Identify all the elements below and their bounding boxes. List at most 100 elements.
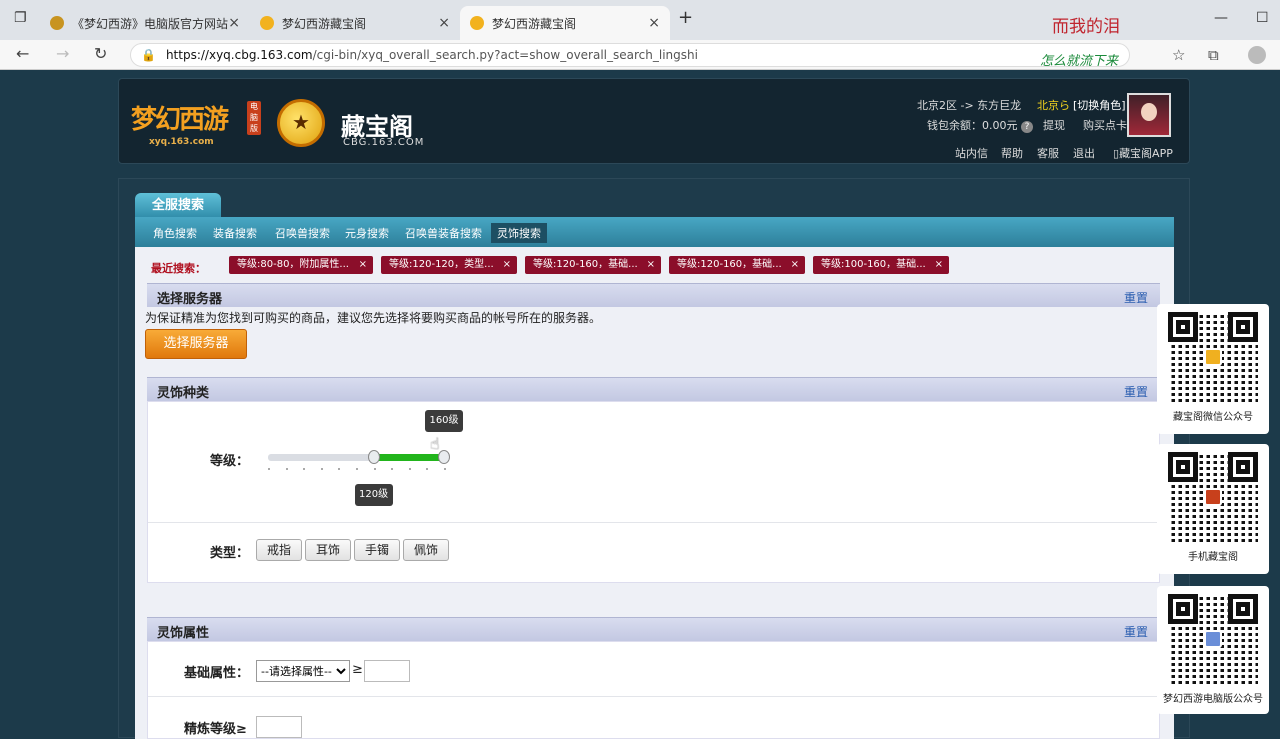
remove-chip-icon[interactable]: × (791, 256, 799, 274)
divider (148, 696, 1159, 697)
section-title: 灵饰属性 (157, 626, 210, 641)
type-pendant-button[interactable]: 佩饰 (403, 539, 449, 561)
close-tab-icon[interactable]: × (648, 15, 660, 31)
slider-tick (408, 468, 411, 470)
withdraw-link[interactable]: 提现 (1043, 117, 1065, 133)
tab-title: 梦幻西游藏宝阁 (282, 16, 367, 31)
subnav-pet-search[interactable]: 召唤兽搜索 (275, 225, 330, 241)
profile-icon[interactable] (1248, 46, 1266, 64)
level-slider-min-handle[interactable] (367, 450, 380, 464)
reset-link[interactable]: 重置 (1124, 623, 1148, 640)
tab-actions-icon[interactable]: ❐ (14, 10, 27, 26)
type-earring-button[interactable]: 耳饰 (305, 539, 351, 561)
subnav-pet-equip-search[interactable]: 召唤兽装备搜索 (405, 225, 482, 241)
search-content: 最近搜索： 等级:80-80，附加属性... × 等级:120-120，类型...… (135, 247, 1174, 739)
header-link-app[interactable]: ▯藏宝阁APP (1113, 145, 1173, 161)
slider-tick (373, 468, 376, 470)
help-question-icon[interactable]: ? (1021, 121, 1033, 133)
recent-search-chip[interactable]: 等级:120-120，类型... × (381, 256, 517, 274)
chip-label: 等级:100-160，基础... (821, 259, 926, 270)
remove-chip-icon[interactable]: × (503, 256, 511, 274)
close-tab-icon[interactable]: × (228, 15, 240, 31)
remove-chip-icon[interactable]: × (647, 256, 655, 274)
subnav-lingshi-search[interactable]: 灵饰搜索 (491, 223, 547, 243)
collections-icon[interactable]: ⧉ (1208, 46, 1219, 64)
cbg-coin-icon (277, 99, 325, 147)
qr-pc-account-card[interactable]: 梦幻西游电脑版公众号 (1157, 586, 1269, 714)
game-logo-url: xyq.163.com (149, 137, 214, 147)
slider-tick (444, 468, 446, 470)
url-path: /cgi-bin/xyq_overall_search.py?act=show_… (312, 48, 698, 62)
type-bracelet-button[interactable]: 手镯 (354, 539, 400, 561)
level-slider-track[interactable] (268, 454, 444, 461)
refine-level-label: 精炼等级≥ (184, 722, 247, 737)
remove-chip-icon[interactable]: × (935, 256, 943, 274)
slider-tick (356, 468, 358, 470)
switch-role-link[interactable]: [切换角色] (1073, 97, 1126, 113)
buy-card-link[interactable]: 购买点卡 (1083, 117, 1127, 133)
recent-search-chip[interactable]: 等级:100-160，基础... × (813, 256, 949, 274)
recent-search-chip[interactable]: 等级:120-160，基础... × (669, 256, 805, 274)
reload-icon[interactable]: ↻ (94, 44, 107, 63)
wallet-balance: 钱包余额：0.00元 ? (927, 117, 1033, 133)
browser-tab-1[interactable]: 《梦幻西游》电脑版官方网站 - 8 × (40, 6, 250, 40)
site-favicon-icon (260, 16, 274, 30)
new-tab-icon[interactable]: + (678, 7, 693, 28)
section-title: 灵饰种类 (157, 386, 210, 401)
type-ring-button[interactable]: 戒指 (256, 539, 302, 561)
chip-label: 等级:120-120，类型... (389, 259, 494, 270)
header-link-help[interactable]: 帮助 (1001, 145, 1023, 161)
browser-tab-3-active[interactable]: 梦幻西游藏宝阁 × (460, 6, 670, 40)
game-logo-text: 梦幻西游 (131, 105, 229, 135)
level-min-tooltip: 120级 (354, 484, 393, 506)
tab-overall-search[interactable]: 全服搜索 (135, 193, 221, 219)
url-field[interactable]: 🔒 https://xyq.cbg.163.com /cgi-bin/xyq_o… (130, 43, 1130, 67)
recent-search-chip[interactable]: 等级:120-160，基础... × (525, 256, 661, 274)
overlay-caption-2: 怎么就流下来 (1040, 54, 1119, 69)
gte-sign: ≥ (352, 662, 363, 677)
site-header: 梦幻西游 xyq.163.com 电脑版 藏宝阁 CBG.163.COM 北京2… (118, 78, 1190, 164)
select-server-button[interactable]: 选择服务器 (145, 329, 247, 359)
url-host: https://xyq.cbg.163.com (165, 48, 313, 62)
base-attr-value-input[interactable] (364, 660, 410, 682)
subnav-role-search[interactable]: 角色搜索 (153, 225, 197, 241)
kind-panel: 等级： 160级 120级 类型： 戒指 耳饰 手镯 佩饰 (147, 401, 1160, 583)
reset-link[interactable]: 重置 (1124, 383, 1148, 400)
header-link-logout[interactable]: 退出 (1073, 145, 1095, 161)
chip-label: 等级:80-80，附加属性... (237, 259, 349, 270)
header-link-service[interactable]: 客服 (1037, 145, 1059, 161)
close-tab-icon[interactable]: × (438, 15, 450, 31)
tab-title: 《梦幻西游》电脑版官方网站 - 8 (72, 16, 229, 31)
subnav-yuanshen-search[interactable]: 元身搜索 (345, 225, 389, 241)
minimize-icon[interactable]: — (1214, 10, 1228, 26)
header-link-messages[interactable]: 站内信 (955, 145, 988, 161)
search-main: 全服搜索 角色搜索 装备搜索 召唤兽搜索 元身搜索 召唤兽装备搜索 灵饰搜索 最… (118, 178, 1190, 739)
reset-link[interactable]: 重置 (1124, 289, 1148, 306)
forward-icon[interactable]: → (56, 44, 69, 63)
level-label: 等级： (210, 454, 250, 469)
back-icon[interactable]: ← (16, 44, 29, 63)
favorites-icon[interactable]: ☆ (1172, 46, 1185, 64)
qr-wechat-card[interactable]: 藏宝阁微信公众号 (1157, 304, 1269, 434)
browser-tab-2[interactable]: 梦幻西游藏宝阁 × (250, 6, 460, 40)
game-logo[interactable]: 梦幻西游 xyq.163.com (131, 99, 229, 147)
recent-search-chip[interactable]: 等级:80-80，附加属性... × (229, 256, 373, 274)
server-desc: 为保证精准为您找到可购买的商品，建议您先选择将要购买商品的帐号所在的服务器。 (145, 311, 602, 325)
server-path: 北京2区 -> 东方巨龙 (917, 99, 1022, 112)
avatar[interactable] (1127, 93, 1171, 137)
type-label: 类型： (210, 546, 250, 561)
qr-mobile-card[interactable]: 手机藏宝阁 (1157, 444, 1269, 574)
base-attr-select[interactable]: --请选择属性-- (256, 660, 350, 682)
slider-tick (426, 468, 429, 470)
subnav-equip-search[interactable]: 装备搜索 (213, 225, 257, 241)
level-slider-range (373, 454, 444, 461)
slider-tick (320, 468, 323, 470)
qr-logo-icon (1204, 488, 1222, 506)
qr-code-icon (1168, 594, 1258, 684)
refine-level-input[interactable] (256, 716, 302, 738)
tab-title: 梦幻西游藏宝阁 (492, 16, 577, 31)
slider-tick (303, 468, 306, 470)
remove-chip-icon[interactable]: × (359, 256, 367, 274)
maximize-icon[interactable]: ☐ (1256, 10, 1269, 26)
overlay-caption-1: 而我的泪 (1052, 17, 1120, 37)
